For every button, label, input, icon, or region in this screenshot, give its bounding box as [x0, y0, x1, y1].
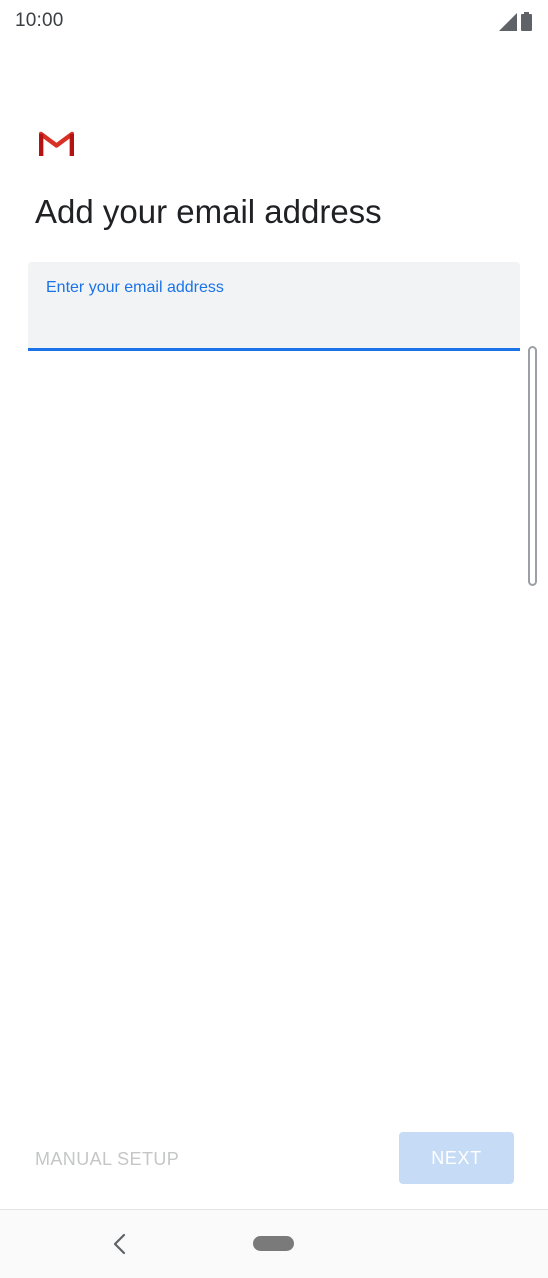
- home-pill-icon[interactable]: [253, 1236, 294, 1251]
- status-time: 10:00: [15, 10, 64, 31]
- scrollbar[interactable]: [528, 346, 537, 586]
- email-field-label: Enter your email address: [46, 279, 224, 296]
- battery-icon: [521, 12, 532, 31]
- page-title: Add your email address: [35, 193, 382, 230]
- gmail-logo-icon: [38, 131, 75, 157]
- manual-setup-button[interactable]: MANUAL SETUP: [35, 1145, 179, 1173]
- email-field[interactable]: Enter your email address: [28, 262, 520, 351]
- email-input[interactable]: [46, 306, 496, 336]
- signal-icon: [499, 13, 517, 31]
- navigation-bar: [0, 1210, 548, 1278]
- back-chevron-icon[interactable]: [110, 1232, 130, 1256]
- status-bar: 10:00: [0, 0, 548, 42]
- status-icons: [499, 11, 532, 31]
- next-button[interactable]: NEXT: [399, 1132, 514, 1184]
